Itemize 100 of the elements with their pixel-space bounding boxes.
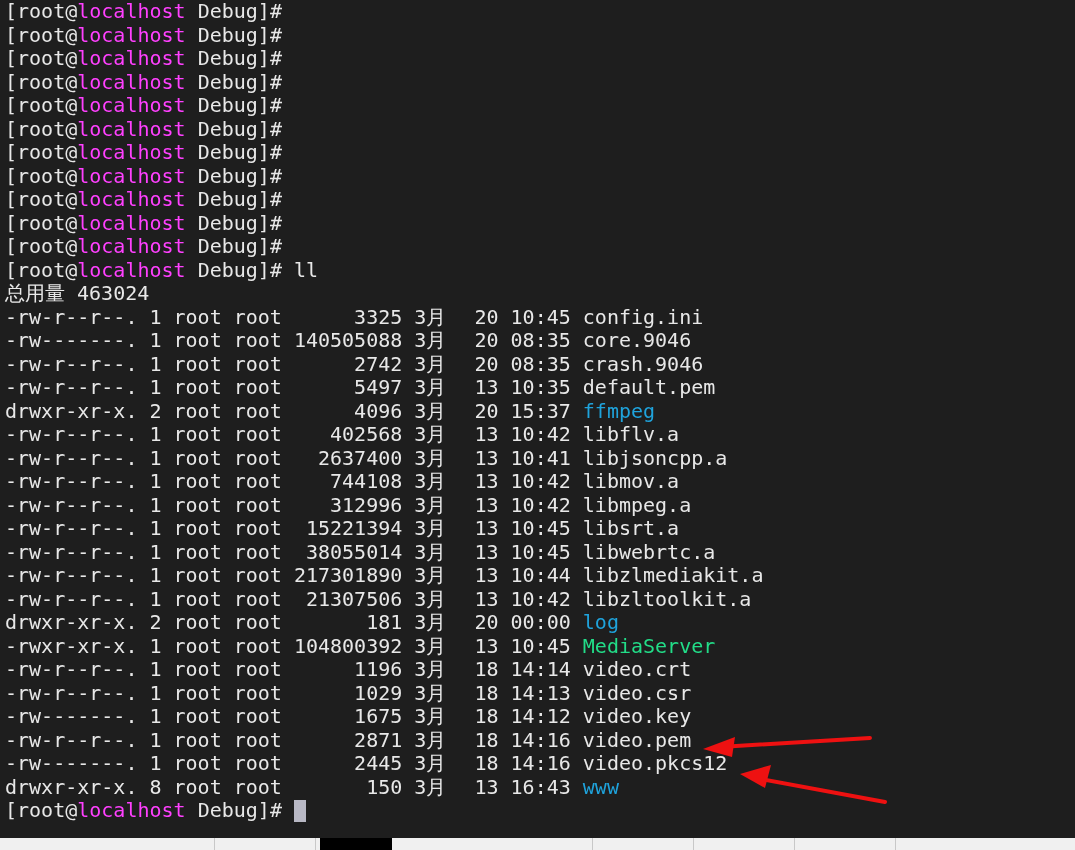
file-owner: root	[173, 705, 222, 729]
shell-prompt: [root@localhost Debug]#	[5, 23, 282, 47]
file-permissions: -rwxr-xr-x.	[5, 634, 138, 658]
file-group: root	[233, 540, 282, 564]
file-size: 1029	[353, 681, 403, 705]
file-size: 1196	[353, 658, 403, 682]
file-owner: root	[173, 376, 222, 400]
file-owner: root	[173, 540, 222, 564]
file-owner: root	[173, 423, 222, 447]
file-name: log	[582, 611, 619, 635]
file-name: video.csr	[582, 681, 692, 705]
link-count: 2	[149, 611, 162, 635]
file-group: root	[233, 658, 282, 682]
file-owner: root	[173, 752, 222, 776]
file-owner: root	[173, 470, 222, 494]
file-group: root	[233, 728, 282, 752]
link-count: 1	[149, 705, 162, 729]
file-group: root	[233, 446, 282, 470]
file-time: 14:12	[510, 705, 571, 729]
link-count: 1	[149, 305, 162, 329]
file-group: root	[233, 305, 282, 329]
file-month: 3月	[414, 540, 448, 564]
file-day: 13	[462, 493, 499, 517]
file-month: 3月	[414, 775, 448, 799]
file-size: 2445	[353, 752, 403, 776]
file-name: ffmpeg	[582, 399, 656, 423]
file-day: 13	[462, 423, 499, 447]
file-month: 3月	[414, 352, 448, 376]
file-month: 3月	[414, 611, 448, 635]
file-permissions: -rw-r--r--.	[5, 493, 138, 517]
file-name: libsrt.a	[582, 517, 680, 541]
file-owner: root	[173, 517, 222, 541]
file-month: 3月	[414, 564, 448, 588]
file-month: 3月	[414, 305, 448, 329]
link-count: 1	[149, 470, 162, 494]
file-name: libmpeg.a	[582, 493, 692, 517]
shell-prompt: [root@localhost Debug]#	[5, 0, 282, 24]
file-owner: root	[173, 728, 222, 752]
file-time: 10:45	[510, 517, 571, 541]
file-month: 3月	[414, 587, 448, 611]
file-month: 3月	[414, 376, 448, 400]
file-group: root	[233, 681, 282, 705]
shell-prompt: [root@localhost Debug]#	[5, 211, 282, 235]
file-time: 10:42	[510, 470, 571, 494]
file-time: 10:45	[510, 634, 571, 658]
file-owner: root	[173, 446, 222, 470]
file-size: 2637400	[316, 446, 403, 470]
file-time: 14:13	[510, 681, 571, 705]
file-size: 402568	[329, 423, 403, 447]
file-group: root	[233, 493, 282, 517]
file-size: 150	[365, 775, 403, 799]
file-permissions: -rw-r--r--.	[5, 470, 138, 494]
shell-prompt: [root@localhost Debug]#	[5, 164, 282, 188]
file-day: 13	[462, 587, 499, 611]
file-group: root	[233, 470, 282, 494]
file-owner: root	[173, 634, 222, 658]
link-count: 1	[149, 681, 162, 705]
file-time: 10:44	[510, 564, 571, 588]
file-size: 5497	[353, 376, 403, 400]
file-time: 16:43	[510, 775, 571, 799]
file-day: 18	[462, 728, 499, 752]
shell-prompt: [root@localhost Debug]#	[5, 70, 282, 94]
shell-prompt: [root@localhost Debug]#	[5, 188, 282, 212]
file-permissions: -rw-r--r--.	[5, 587, 138, 611]
file-size: 21307506	[304, 587, 403, 611]
file-owner: root	[173, 352, 222, 376]
file-name: libzlmediakit.a	[582, 564, 764, 588]
shell-prompt: [root@localhost Debug]#	[5, 94, 282, 118]
file-permissions: drwxr-xr-x.	[5, 399, 138, 423]
link-count: 1	[149, 352, 162, 376]
file-owner: root	[173, 658, 222, 682]
file-time: 14:16	[510, 728, 571, 752]
file-group: root	[233, 587, 282, 611]
file-name: crash.9046	[582, 352, 704, 376]
file-day: 13	[462, 517, 499, 541]
file-group: root	[233, 705, 282, 729]
file-permissions: drwxr-xr-x.	[5, 775, 138, 799]
file-group: root	[233, 775, 282, 799]
link-count: 2	[149, 399, 162, 423]
file-month: 3月	[414, 634, 448, 658]
file-owner: root	[173, 587, 222, 611]
file-group: root	[233, 517, 282, 541]
file-size: 1675	[353, 705, 403, 729]
file-month: 3月	[414, 329, 448, 353]
window-thumbnail	[320, 838, 392, 850]
file-permissions: drwxr-xr-x.	[5, 611, 138, 635]
file-permissions: -rw-r--r--.	[5, 681, 138, 705]
file-permissions: -rw-r--r--.	[5, 517, 138, 541]
file-group: root	[233, 611, 282, 635]
link-count: 1	[149, 423, 162, 447]
file-day: 20	[462, 305, 499, 329]
file-time: 14:14	[510, 658, 571, 682]
file-time: 10:42	[510, 423, 571, 447]
link-count: 1	[149, 564, 162, 588]
file-permissions: -rw-r--r--.	[5, 376, 138, 400]
file-permissions: -rw-r--r--.	[5, 658, 138, 682]
file-time: 08:35	[510, 329, 571, 353]
link-count: 1	[149, 728, 162, 752]
link-count: 1	[149, 329, 162, 353]
command-text: ll	[293, 258, 319, 282]
